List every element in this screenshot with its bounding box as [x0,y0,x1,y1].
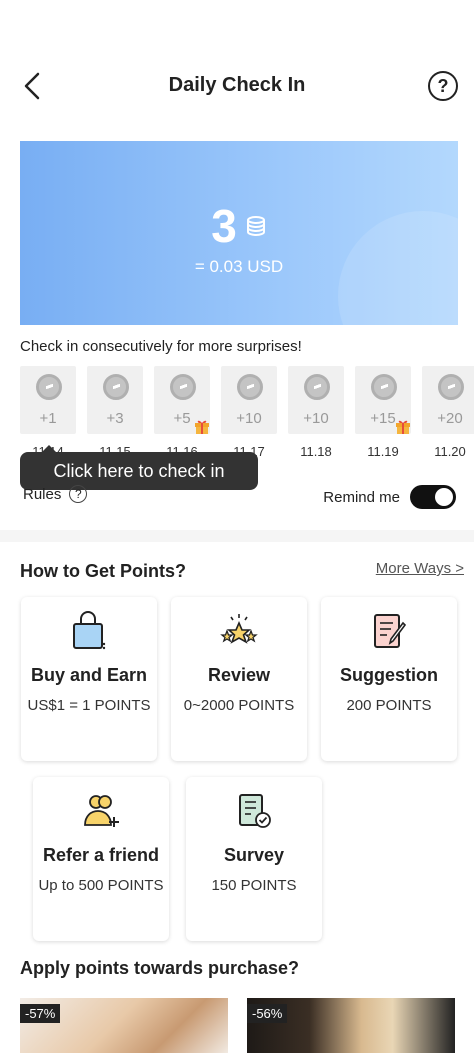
day-date: 11.20 [434,444,466,459]
day-points: +20 [437,410,463,427]
card-review[interactable]: Review 0~2000 POINTS [171,597,307,761]
add-friend-icon [84,795,119,827]
apply-points-title: Apply points towards purchase? [20,958,300,978]
help-button[interactable]: ? [428,71,458,101]
coin-icon [170,374,196,400]
checkin-days-row[interactable]: +1 11.14 +3 11.15 +5 11.16 +10 11.17 [20,366,474,466]
product-card[interactable]: -57% [20,998,228,1053]
note-pencil-icon [374,614,407,648]
remind-toggle[interactable] [410,485,456,509]
card-title: Suggestion [340,665,438,685]
toggle-knob [435,488,453,506]
points-value: 3 [211,200,237,252]
survey-check-icon [239,794,271,828]
card-subtitle: 200 POINTS [346,697,432,714]
header-bar: Daily Check In ? [0,60,474,112]
day-card: +1 [20,366,76,434]
points-banner: 3 = 0.03 USD [20,141,458,325]
points-balance: 3 [20,199,458,253]
day-points: +10 [303,410,329,427]
card-suggestion[interactable]: Suggestion 200 POINTS [321,597,457,761]
coin-icon [371,374,397,400]
day-card: +10 [221,366,277,434]
question-mark-icon: ? [437,75,449,96]
day-date: 11.18 [300,444,332,459]
coin-icon [36,374,62,400]
consecutive-checkin-text: Check in consecutively for more surprise… [20,338,302,355]
card-subtitle: 150 POINTS [211,877,297,894]
coin-icon [438,374,464,400]
day-item: +10 11.18 [288,366,344,459]
stars-icon [220,614,258,644]
coin-icon [237,374,263,400]
card-title: Buy and Earn [30,665,148,685]
day-card: +10 [288,366,344,434]
day-card: +5 [154,366,210,434]
day-points: +3 [106,410,124,427]
gift-icon [195,420,209,434]
card-title: Refer a friend [42,845,160,865]
gift-icon [396,420,410,434]
card-subtitle: 0~2000 POINTS [183,697,295,714]
discount-badge: -57% [20,1004,61,1023]
day-points: +1 [39,410,57,427]
coin-icon [304,374,330,400]
get-points-title: How to Get Points? [20,561,186,581]
day-card: +20 [422,366,474,434]
day-date: 11.19 [367,444,399,459]
usd-equivalent: = 0.03 USD [194,257,284,276]
card-title: Survey [223,845,285,865]
card-subtitle: Up to 500 POINTS [38,877,164,894]
day-points: +10 [236,410,262,427]
coin-stack-icon [246,216,265,237]
section-divider [0,530,474,542]
card-title: Review [207,665,271,685]
day-item: +10 11.17 [221,366,277,459]
shopping-bag-icon [73,611,106,650]
card-survey[interactable]: Survey 150 POINTS [186,777,322,941]
question-circle-icon: ? [69,485,88,503]
day-item: +5 11.16 [154,366,210,459]
coin-icon [103,374,129,400]
more-ways-link[interactable]: More Ways > [376,560,464,577]
remind-me-row: Remind me [323,485,456,509]
day-card: +3 [87,366,143,434]
day-item: +20 11.20 [422,366,474,459]
page-title: Daily Check In [168,74,306,96]
day-card: +15 [355,366,411,434]
remind-label: Remind me [323,488,400,506]
card-subtitle: US$1 = 1 POINTS [27,697,151,714]
card-refer-a-friend[interactable]: Refer a friend Up to 500 POINTS [33,777,169,941]
rules-label: Rules [23,485,62,503]
card-buy-and-earn[interactable]: Buy and Earn US$1 = 1 POINTS [21,597,157,761]
rules-link[interactable]: Rules ? [23,485,88,503]
day-item: +3 11.15 [87,366,143,459]
day-item: +15 11.19 [355,366,411,459]
product-card[interactable]: -56% [247,998,455,1053]
discount-badge: -56% [247,1004,288,1023]
